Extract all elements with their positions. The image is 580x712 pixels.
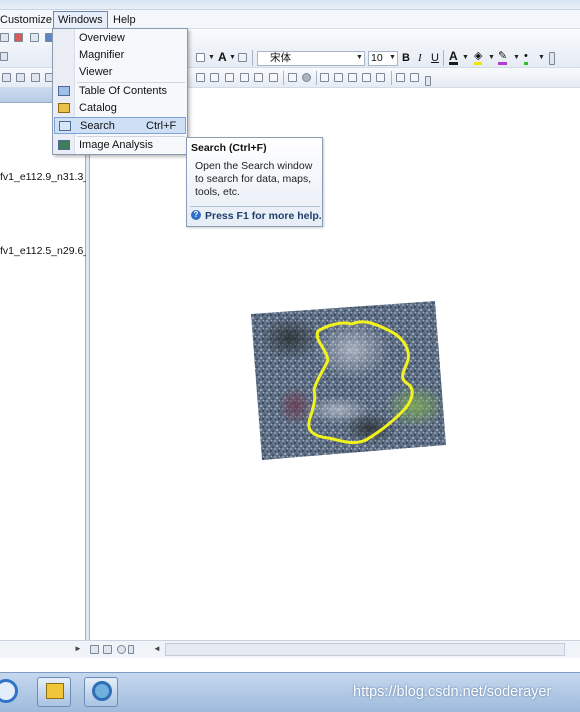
toc-layer-2[interactable]: fv1_e112.5_n29.6_ <box>0 245 86 257</box>
menu-item-label: Overview <box>79 32 125 44</box>
underline-button[interactable]: U <box>431 52 439 64</box>
chevron-down-icon[interactable]: ▼ <box>229 54 236 61</box>
font-color-icon[interactable]: A <box>449 50 458 65</box>
catalog-icon <box>58 103 70 113</box>
scale-tool-icon[interactable] <box>362 73 371 82</box>
full-extent-icon[interactable] <box>14 33 23 42</box>
search-window-icon <box>59 121 71 131</box>
tooltip-help-text: Press F1 for more help. <box>205 210 322 222</box>
window-title-strip <box>0 0 580 10</box>
refresh-view-icon[interactable] <box>117 645 126 654</box>
refresh-icon[interactable] <box>30 33 39 42</box>
menu-item-label: Catalog <box>79 102 117 114</box>
rectangle-icon[interactable] <box>196 53 205 62</box>
layout-view-icon[interactable] <box>103 645 112 654</box>
chevron-down-icon[interactable]: ▼ <box>208 54 215 61</box>
sketch-properties-icon[interactable] <box>396 73 405 82</box>
chevron-down-icon[interactable]: ▼ <box>513 54 520 61</box>
menu-item-label: Magnifier <box>79 49 125 61</box>
menu-item-magnifier[interactable]: Magnifier <box>54 47 186 64</box>
menu-item-shortcut: Ctrl+F <box>146 120 177 132</box>
data-view-icon[interactable] <box>90 645 99 654</box>
windows-menu-dropdown: Overview Magnifier Viewer Table Of Conte… <box>52 28 188 155</box>
chevron-down-icon[interactable]: ▼ <box>488 54 495 61</box>
toolbar-separator <box>283 71 284 85</box>
menu-item-label: Search <box>80 120 115 132</box>
font-name-select[interactable]: 宋体 <box>257 51 365 66</box>
arcmap-icon <box>92 681 112 701</box>
chevron-down-icon[interactable]: ▼ <box>389 54 396 61</box>
italic-button[interactable]: I <box>418 52 422 64</box>
edit-vertices-icon[interactable] <box>16 73 25 82</box>
scroll-thumb[interactable] <box>165 643 565 656</box>
raster-map-image <box>251 301 446 460</box>
attributes-tool-icon[interactable] <box>376 73 385 82</box>
text-button[interactable]: A <box>218 50 227 64</box>
catalog-icon <box>46 683 64 699</box>
tooltip-body: Open the Search window to search for dat… <box>195 160 313 198</box>
fill-color-icon[interactable]: ◈ <box>474 51 483 65</box>
zoom-in-icon[interactable] <box>0 33 9 42</box>
line-tool-icon[interactable] <box>269 73 278 82</box>
arcgis-catalog-taskbar-button[interactable] <box>37 677 71 707</box>
snap-tool-icon[interactable] <box>210 73 219 82</box>
menu-item-image-analysis[interactable]: Image Analysis <box>54 137 186 154</box>
callout-icon[interactable] <box>238 53 247 62</box>
create-features-icon[interactable] <box>410 73 419 82</box>
scroll-left-icon[interactable]: ► <box>74 644 82 653</box>
chevron-down-icon[interactable]: ▼ <box>462 54 469 61</box>
watermark-text: https://blog.csdn.net/soderayer <box>353 684 552 700</box>
editor-tool-icon[interactable] <box>2 73 11 82</box>
menu-item-table-of-contents[interactable]: Table Of Contents <box>54 83 186 100</box>
midpoint-tool-icon[interactable] <box>240 73 249 82</box>
marker-color-icon[interactable]: • <box>524 51 528 65</box>
map-horizontal-scrollbar[interactable]: ► ◄ <box>0 640 580 658</box>
menu-bar: Customize Windows Help <box>0 10 580 29</box>
image-analysis-icon <box>58 140 70 150</box>
toolbar-grip-icon <box>0 52 8 61</box>
menu-item-catalog[interactable]: Catalog <box>54 100 186 117</box>
search-tooltip: Search (Ctrl+F) Open the Search window t… <box>186 137 323 227</box>
split-tool-icon[interactable] <box>288 73 297 82</box>
cut-polygons-icon[interactable] <box>31 73 40 82</box>
trace-tool-icon[interactable] <box>320 73 329 82</box>
vertex-tool-icon[interactable] <box>225 73 234 82</box>
toolbar-separator <box>443 50 444 66</box>
toolbar-options-icon[interactable] <box>549 52 555 65</box>
circle-tool-icon[interactable] <box>302 73 311 82</box>
chevron-down-icon[interactable]: ▼ <box>538 54 545 61</box>
toolbar-options-icon[interactable] <box>425 76 431 86</box>
tooltip-title: Search (Ctrl+F) <box>191 142 267 154</box>
toolbar-separator <box>391 71 392 85</box>
toc-layer-1[interactable]: fv1_e112.9_n31.3_ <box>0 171 86 183</box>
toolbar-separator <box>252 50 253 66</box>
toolbar-separator <box>316 71 317 85</box>
menu-help[interactable]: Help <box>109 12 140 28</box>
endpoint-tool-icon[interactable] <box>254 73 263 82</box>
menu-item-label: Viewer <box>79 66 113 78</box>
arcmap-taskbar-button[interactable] <box>84 677 118 707</box>
menu-customize[interactable]: Customize <box>0 12 56 28</box>
georef-tool-icon[interactable] <box>196 73 205 82</box>
bold-button[interactable]: B <box>402 52 410 64</box>
menu-windows[interactable]: Windows <box>53 11 108 29</box>
chevron-down-icon[interactable]: ▼ <box>356 54 363 61</box>
help-icon: ? <box>191 210 201 220</box>
tooltip-separator <box>190 206 320 207</box>
menu-item-overview[interactable]: Overview <box>54 30 186 47</box>
menu-item-label: Table Of Contents <box>79 85 168 97</box>
map-display[interactable] <box>90 88 580 640</box>
reshape-tool-icon[interactable] <box>334 73 343 82</box>
scroll-left-icon[interactable]: ◄ <box>153 644 161 653</box>
table-of-contents-icon <box>58 86 70 96</box>
pause-drawing-icon[interactable] <box>128 645 134 654</box>
menu-item-search[interactable]: Search Ctrl+F <box>54 117 186 134</box>
taskbar-app-icon[interactable] <box>0 679 18 703</box>
menu-item-viewer[interactable]: Viewer <box>54 64 186 81</box>
line-color-icon[interactable]: ✎ <box>498 51 508 65</box>
rotate-tool-icon[interactable] <box>348 73 357 82</box>
menu-item-label: Image Analysis <box>79 139 153 151</box>
